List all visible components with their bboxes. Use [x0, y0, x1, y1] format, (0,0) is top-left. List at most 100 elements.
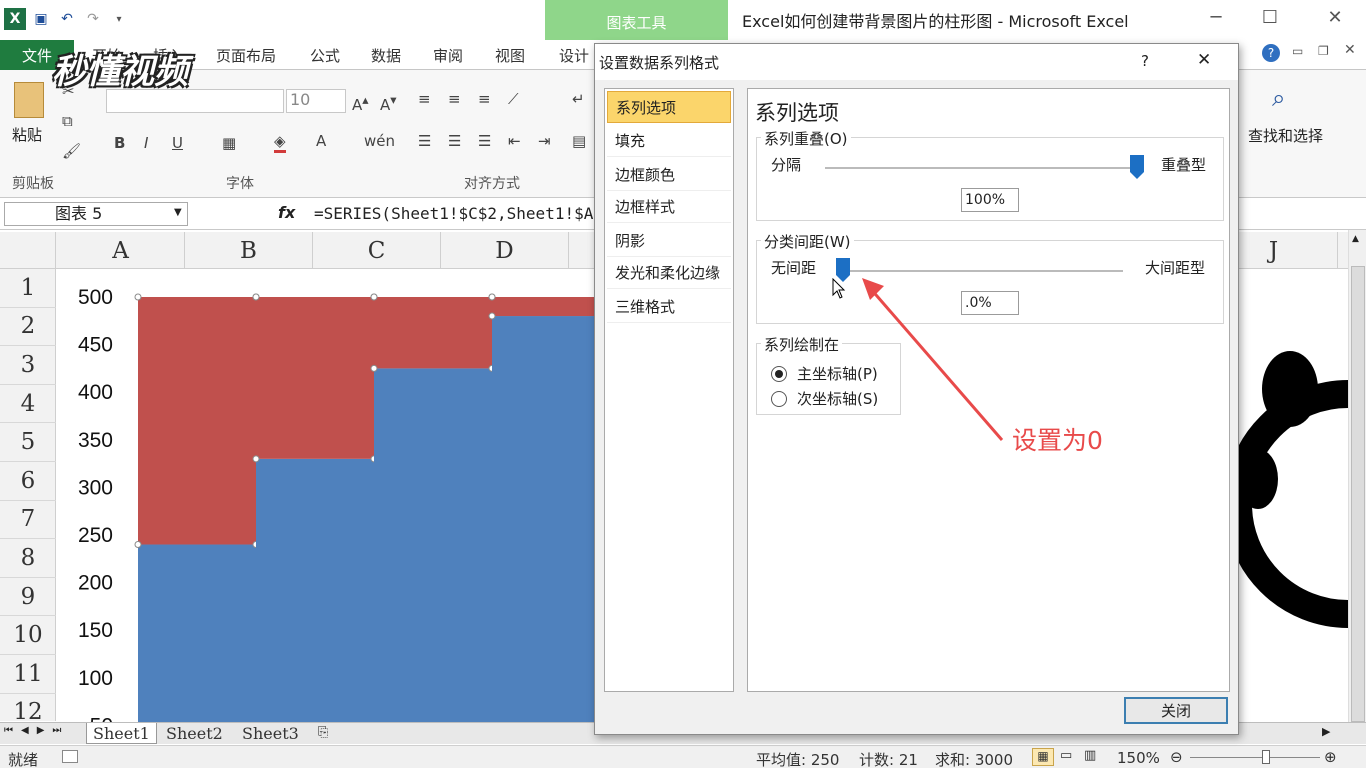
dialog-help-icon[interactable]: ?: [1141, 52, 1149, 70]
selection-handle[interactable]: [370, 364, 378, 372]
borders-icon[interactable]: ▦: [222, 134, 236, 152]
decrease-indent-icon[interactable]: ⇤: [508, 132, 521, 150]
selection-handle[interactable]: [370, 293, 378, 301]
increase-indent-icon[interactable]: ⇥: [538, 132, 551, 150]
row-header[interactable]: 11: [0, 655, 56, 694]
row-header[interactable]: 10: [0, 616, 56, 655]
hscroll-right-icon[interactable]: ▶: [1322, 725, 1330, 738]
row-header[interactable]: 4: [0, 385, 56, 424]
primary-axis-radio[interactable]: [771, 366, 787, 382]
bar-series1[interactable]: [138, 544, 256, 722]
select-all-corner[interactable]: [0, 232, 56, 269]
close-window-icon[interactable]: ✕: [1315, 5, 1355, 29]
overlap-value-input[interactable]: 100%: [961, 188, 1019, 212]
scroll-thumb[interactable]: [1351, 266, 1365, 722]
nav-fill[interactable]: 填充: [607, 125, 731, 157]
tab-design[interactable]: 设计: [559, 40, 589, 70]
nav-3d-format[interactable]: 三维格式: [607, 291, 731, 323]
dialog-close-icon[interactable]: ✕: [1197, 50, 1211, 70]
align-bottom-icon[interactable]: ≡: [478, 90, 491, 108]
paste-icon[interactable]: [14, 82, 44, 118]
maximize-icon[interactable]: ☐: [1250, 5, 1290, 29]
align-middle-icon[interactable]: ≡: [448, 90, 461, 108]
nav-glow-soft-edges[interactable]: 发光和柔化边缘: [607, 257, 731, 289]
bar-series1[interactable]: [374, 368, 492, 722]
close-button[interactable]: 关闭: [1124, 697, 1228, 724]
align-left-icon[interactable]: ☰: [418, 132, 431, 150]
zoom-slider-thumb[interactable]: [1262, 750, 1270, 764]
bar-series1[interactable]: [256, 458, 374, 722]
vertical-scrollbar[interactable]: ▲: [1348, 230, 1366, 722]
save-icon[interactable]: ▣: [30, 8, 52, 30]
find-select-label[interactable]: 查找和选择: [1248, 125, 1323, 146]
italic-icon[interactable]: I: [144, 134, 148, 152]
column-header[interactable]: B: [185, 232, 313, 269]
bar-series2[interactable]: [138, 297, 256, 545]
shrink-font-icon[interactable]: A▾: [380, 92, 397, 114]
row-header[interactable]: 6: [0, 462, 56, 501]
page-layout-view-icon[interactable]: ▭: [1060, 748, 1072, 763]
underline-icon[interactable]: U: [172, 134, 183, 152]
tab-formulas[interactable]: 公式: [310, 40, 340, 70]
bar-series2[interactable]: [256, 297, 374, 459]
help-icon[interactable]: ?: [1262, 44, 1280, 62]
bar-series2[interactable]: [374, 297, 492, 369]
sheet-tab-sheet2[interactable]: Sheet2: [160, 723, 229, 744]
selection-handle[interactable]: [252, 455, 260, 463]
row-header[interactable]: 2: [0, 308, 56, 347]
macro-record-icon[interactable]: [62, 750, 78, 763]
selection-handle[interactable]: [488, 293, 496, 301]
normal-view-icon[interactable]: ▦: [1032, 748, 1054, 766]
format-painter-icon[interactable]: 🖌: [62, 142, 81, 160]
nav-border-style[interactable]: 边框样式: [607, 191, 731, 223]
align-top-icon[interactable]: ≡: [418, 90, 431, 108]
sheet-tab-sheet1[interactable]: Sheet1: [86, 723, 157, 744]
row-header[interactable]: 1: [0, 269, 56, 308]
nav-border-color[interactable]: 边框颜色: [607, 159, 731, 191]
row-header[interactable]: 8: [0, 539, 56, 578]
grow-font-icon[interactable]: A▴: [352, 92, 369, 114]
customize-qat-icon[interactable]: ▾: [108, 8, 130, 30]
fill-color-icon[interactable]: ◈: [274, 132, 286, 153]
tab-data[interactable]: 数据: [371, 40, 401, 70]
secondary-axis-radio[interactable]: [771, 391, 787, 407]
font-size-combo[interactable]: 10: [286, 89, 346, 113]
sheet-tab-sheet3[interactable]: Sheet3: [236, 723, 305, 744]
column-header[interactable]: D: [441, 232, 569, 269]
zoom-level[interactable]: 150%: [1117, 749, 1160, 767]
copy-icon[interactable]: ⧉: [62, 112, 73, 130]
undo-icon[interactable]: ↶: [56, 8, 78, 30]
row-header[interactable]: 5: [0, 423, 56, 462]
overlap-slider-thumb[interactable]: [1130, 155, 1144, 179]
stacked-bar-chart[interactable]: 500 450 400 350 300 250 200 150 100 50: [57, 269, 597, 722]
restore-window-icon[interactable]: ❐: [1318, 44, 1329, 58]
close-workbook-icon[interactable]: ✕: [1344, 42, 1356, 58]
font-color-icon[interactable]: A: [316, 132, 326, 150]
zoom-slider[interactable]: [1190, 757, 1320, 758]
page-break-view-icon[interactable]: ▥: [1084, 748, 1096, 763]
scroll-up-icon[interactable]: ▲: [1352, 234, 1359, 244]
minimize-icon[interactable]: ─: [1196, 5, 1236, 29]
bold-icon[interactable]: B: [114, 134, 125, 152]
insert-sheet-icon[interactable]: ⎘: [318, 725, 328, 740]
redo-icon[interactable]: ↷: [82, 8, 104, 30]
row-header[interactable]: 9: [0, 578, 56, 617]
column-header[interactable]: A: [57, 232, 185, 269]
align-right-icon[interactable]: ☰: [478, 132, 491, 150]
selection-handle[interactable]: [488, 312, 496, 320]
align-center-icon[interactable]: ☰: [448, 132, 461, 150]
formula-input[interactable]: =SERIES(Sheet1!$C$2,Sheet1!$A: [314, 204, 593, 223]
nav-shadow[interactable]: 阴影: [607, 225, 731, 257]
phonetic-icon[interactable]: wén: [364, 132, 395, 150]
tab-page-layout[interactable]: 页面布局: [216, 40, 276, 70]
bar-series1[interactable]: [492, 316, 597, 722]
name-box-dropdown-icon[interactable]: ▼: [174, 207, 182, 218]
merge-cells-icon[interactable]: ▤: [572, 132, 586, 150]
name-box[interactable]: 图表 5: [4, 202, 188, 226]
insert-function-icon[interactable]: fx: [278, 203, 295, 222]
zoom-out-icon[interactable]: ⊖: [1170, 748, 1183, 766]
tab-review[interactable]: 审阅: [433, 40, 463, 70]
zoom-in-icon[interactable]: ⊕: [1324, 748, 1337, 766]
tab-view[interactable]: 视图: [495, 40, 525, 70]
overlap-slider-track[interactable]: [825, 155, 1144, 179]
